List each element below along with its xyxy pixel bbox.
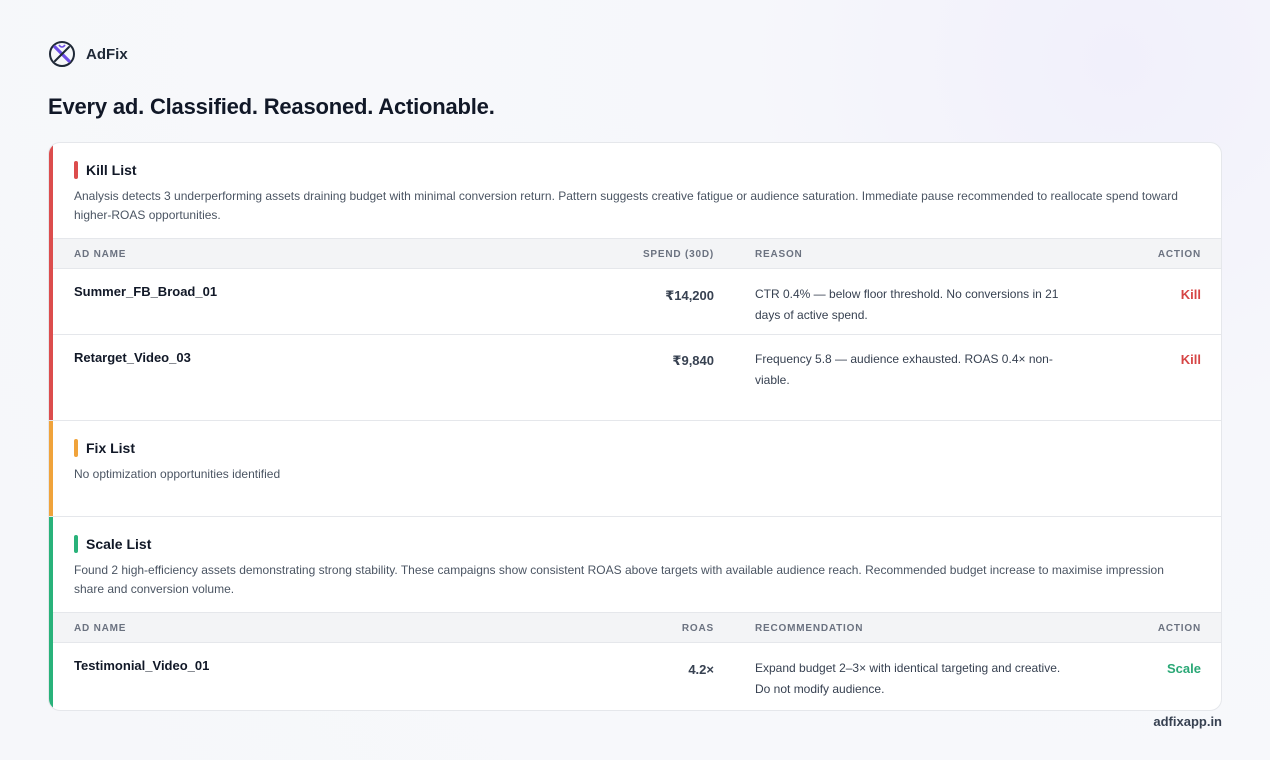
- kill-marker-icon: [74, 161, 78, 179]
- ad-reason: Frequency 5.8 — audience exhausted. ROAS…: [755, 352, 1053, 387]
- kill-action-button[interactable]: Kill: [1181, 287, 1201, 302]
- fix-list-header: Fix List: [74, 439, 135, 457]
- kill-action-button[interactable]: Kill: [1181, 352, 1201, 367]
- ad-name: Testimonial_Video_01: [74, 658, 210, 673]
- col-ad-name: AD NAME: [74, 249, 127, 260]
- ad-spend: ₹14,200: [665, 288, 714, 303]
- scale-action-button[interactable]: Scale: [1167, 661, 1201, 676]
- fix-list-title: Fix List: [86, 440, 136, 456]
- col-action: ACTION: [1157, 249, 1201, 260]
- col-ad-name: AD NAME: [74, 623, 127, 634]
- table-row[interactable]: Retarget_Video_03 ₹9,840 Frequency 5.8 —…: [53, 335, 1221, 420]
- table-row[interactable]: Summer_FB_Broad_01 ₹14,200 CTR 0.4% — be…: [53, 269, 1221, 335]
- col-recommendation: RECOMMENDATION: [755, 623, 864, 634]
- footer-site-link[interactable]: adfixapp.in: [1153, 714, 1222, 729]
- col-action: ACTION: [1157, 623, 1201, 634]
- kill-list-header: Kill List: [74, 161, 137, 179]
- scale-list-description: Found 2 high-efficiency assets demonstra…: [74, 563, 1164, 596]
- scale-table-header: AD NAME ROAS RECOMMENDATION ACTION: [53, 612, 1221, 643]
- ad-roas: 4.2×: [688, 662, 714, 677]
- fix-list-description: No optimization opportunities identified: [74, 467, 281, 481]
- col-spend: SPEND (30D): [642, 249, 714, 260]
- scale-list-header: Scale List: [74, 535, 151, 553]
- scale-list-title: Scale List: [86, 536, 152, 552]
- ad-spend: ₹9,840: [672, 353, 714, 368]
- scale-list-section: Scale List Found 2 high-efficiency asset…: [49, 516, 1221, 710]
- ad-recommendation: Expand budget 2–3× with identical target…: [755, 661, 1061, 696]
- kill-list-section: Kill List Analysis detects 3 underperfor…: [49, 143, 1221, 420]
- ad-name: Retarget_Video_03: [74, 350, 191, 365]
- ad-name: Summer_FB_Broad_01: [74, 284, 218, 299]
- ad-reason: CTR 0.4% — below floor threshold. No con…: [755, 287, 1059, 322]
- kill-list-description: Analysis detects 3 underperforming asset…: [74, 189, 1178, 222]
- adfix-logo-icon: [49, 41, 75, 67]
- col-reason: REASON: [755, 249, 803, 260]
- classification-card: Kill List Analysis detects 3 underperfor…: [48, 142, 1222, 711]
- brand[interactable]: AdFix: [48, 40, 128, 68]
- fix-marker-icon: [74, 439, 78, 457]
- scale-marker-icon: [74, 535, 78, 553]
- page-headline: Every ad. Classified. Reasoned. Actionab…: [48, 94, 495, 119]
- kill-table-header: AD NAME SPEND (30D) REASON ACTION: [53, 238, 1221, 269]
- brand-name: AdFix: [86, 45, 128, 63]
- col-roas: ROAS: [681, 623, 714, 634]
- table-row[interactable]: Testimonial_Video_01 4.2× Expand budget …: [53, 643, 1221, 710]
- fix-list-section: Fix List No optimization opportunities i…: [49, 420, 1221, 516]
- kill-list-title: Kill List: [86, 162, 137, 178]
- fix-accent-bar: [49, 421, 53, 516]
